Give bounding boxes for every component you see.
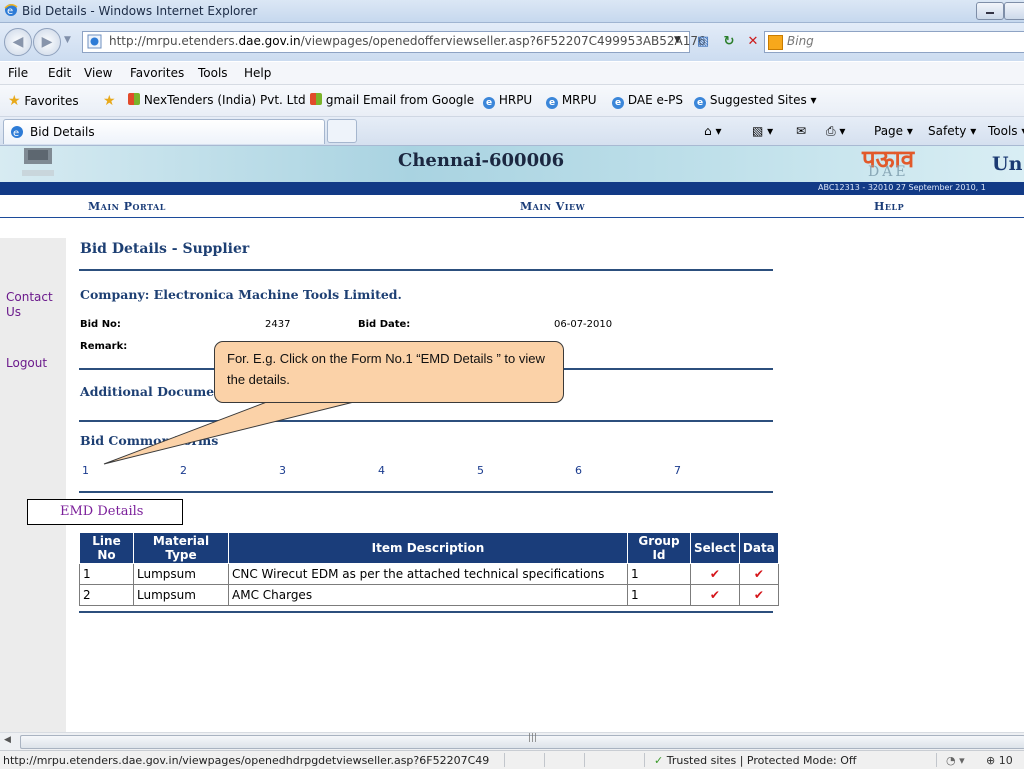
search-placeholder: Bing [787,34,814,48]
forward-arrow-icon: ▶ [41,34,53,50]
menu-help[interactable]: Help [244,66,271,80]
add-favorite-button[interactable]: ★ [103,93,116,109]
refresh-icon: ↻ [723,34,735,49]
fav-gmail[interactable]: gmail Email from Google [310,93,474,107]
forward-button[interactable]: ▶ [33,28,61,56]
msn-icon [310,93,322,105]
home-icon: ⌂ [704,124,712,138]
msn-icon [128,93,140,105]
menu-view[interactable]: View [84,66,112,80]
ie-page-icon: e [694,97,706,109]
fav-nextenders[interactable]: NexTenders (India) Pvt. Ltd [128,93,306,107]
tab-bid-details[interactable]: e Bid Details [3,119,325,144]
stop-icon: ✕ [747,34,759,49]
print-button[interactable]: ⎙ ▾ [826,124,845,139]
star-icon: ★ [8,93,21,109]
safety-menu[interactable]: Safety ▾ [928,124,976,138]
menu-bar: File Edit View Favorites Tools Help [0,62,1024,85]
ie-page-icon: e [483,97,495,109]
menu-edit[interactable]: Edit [48,66,71,80]
tools-menu[interactable]: Tools ▾ [988,124,1024,138]
status-divider [936,753,937,767]
ie-tab-icon: e [11,126,23,139]
callout-text: For. E.g. Click on the Form No.1 “EMD De… [227,351,545,387]
menu-tools[interactable]: Tools [198,66,228,80]
status-url: http://mrpu.etenders.dae.gov.in/viewpage… [3,754,490,767]
back-button[interactable]: ◀ [4,28,32,56]
horizontal-scrollbar[interactable]: ◀ ||| [0,732,1024,750]
bing-icon [768,35,783,50]
ie-logo-icon: e [4,4,18,17]
address-bar[interactable]: http://mrpu.etenders.dae.gov.in/viewpage… [82,31,706,53]
search-box[interactable]: Bing [764,31,1024,53]
favorites-button[interactable]: ★ Favorites [8,93,79,109]
recent-pages-dropdown[interactable]: ▼ [64,35,71,45]
address-toolbar: ◀ ▶ ▼ http://mrpu.etenders.dae.gov.in/vi… [0,23,1024,61]
refresh-button[interactable]: ↻ [718,31,740,53]
fav-mrpu[interactable]: e MRPU [546,93,597,109]
address-dropdown-icon[interactable]: ▼ [674,35,681,45]
svg-text:e: e [13,128,19,139]
fav-dae-eps[interactable]: e DAE e-PS [612,93,683,109]
menu-favorites[interactable]: Favorites [130,66,184,80]
scroll-left-icon[interactable]: ◀ [4,735,11,745]
security-zone[interactable]: ✓ Trusted sites | Protected Mode: Off [654,754,856,767]
tab-label: Bid Details [30,125,95,139]
instruction-callout: For. E.g. Click on the Form No.1 “EMD De… [214,341,564,403]
add-favorite-icon: ★ [103,93,116,109]
menu-file[interactable]: File [8,66,28,80]
mail-icon: ✉ [796,124,807,138]
status-divider [644,753,645,767]
callout-pointer [103,398,363,465]
compatibility-icon: ▧ [696,34,710,49]
svg-text:e: e [7,6,13,17]
minimize-button[interactable] [976,2,1004,20]
zoom-level[interactable]: ⊕ 10 [986,754,1013,767]
page-icon [87,34,102,49]
print-icon: ⎙ [826,124,836,138]
minimize-icon [986,12,994,14]
back-arrow-icon: ◀ [12,34,24,50]
status-divider [504,753,505,767]
feeds-icon: ▧ [752,124,764,138]
fav-hrpu[interactable]: e HRPU [483,93,532,109]
scroll-thumb[interactable] [20,735,1024,749]
stop-button[interactable]: ✕ [742,31,764,53]
ie-page-icon: e [546,97,558,109]
home-button[interactable]: ⌂ ▾ [704,124,721,138]
page-content: Chennai-600006 पऊाव DAE Un ABC12313 - 32… [0,146,1024,732]
fav-suggested-sites[interactable]: e Suggested Sites ▾ [694,93,817,109]
status-divider [544,753,545,767]
favorites-bar: ★ Favorites ★ NexTenders (India) Pvt. Lt… [0,85,1024,117]
scroll-grip-icon: ||| [528,733,538,743]
compatibility-view-button[interactable]: ▧ [692,31,714,53]
tab-bar: e Bid Details ⌂ ▾ ▧ ▾ ✉ ⎙ ▾ Page ▾ Safet… [0,117,1024,146]
trusted-check-icon: ✓ [654,754,664,767]
page-menu[interactable]: Page ▾ [874,124,913,138]
ie-page-icon: e [612,97,624,109]
maximize-button[interactable] [1004,2,1024,20]
feeds-button[interactable]: ▧ ▾ [752,124,773,138]
mail-button[interactable]: ✉ [796,124,806,138]
protected-mode-icon[interactable]: ◔ ▾ [946,754,965,767]
status-divider [584,753,585,767]
url-text: http://mrpu.etenders.dae.gov.in/viewpage… [109,34,706,48]
window-title: Bid Details - Windows Internet Explorer [22,4,258,18]
status-bar: http://mrpu.etenders.dae.gov.in/viewpage… [0,750,1024,769]
new-tab-button[interactable] [327,119,357,143]
window-title-bar: e Bid Details - Windows Internet Explore… [0,0,1024,23]
